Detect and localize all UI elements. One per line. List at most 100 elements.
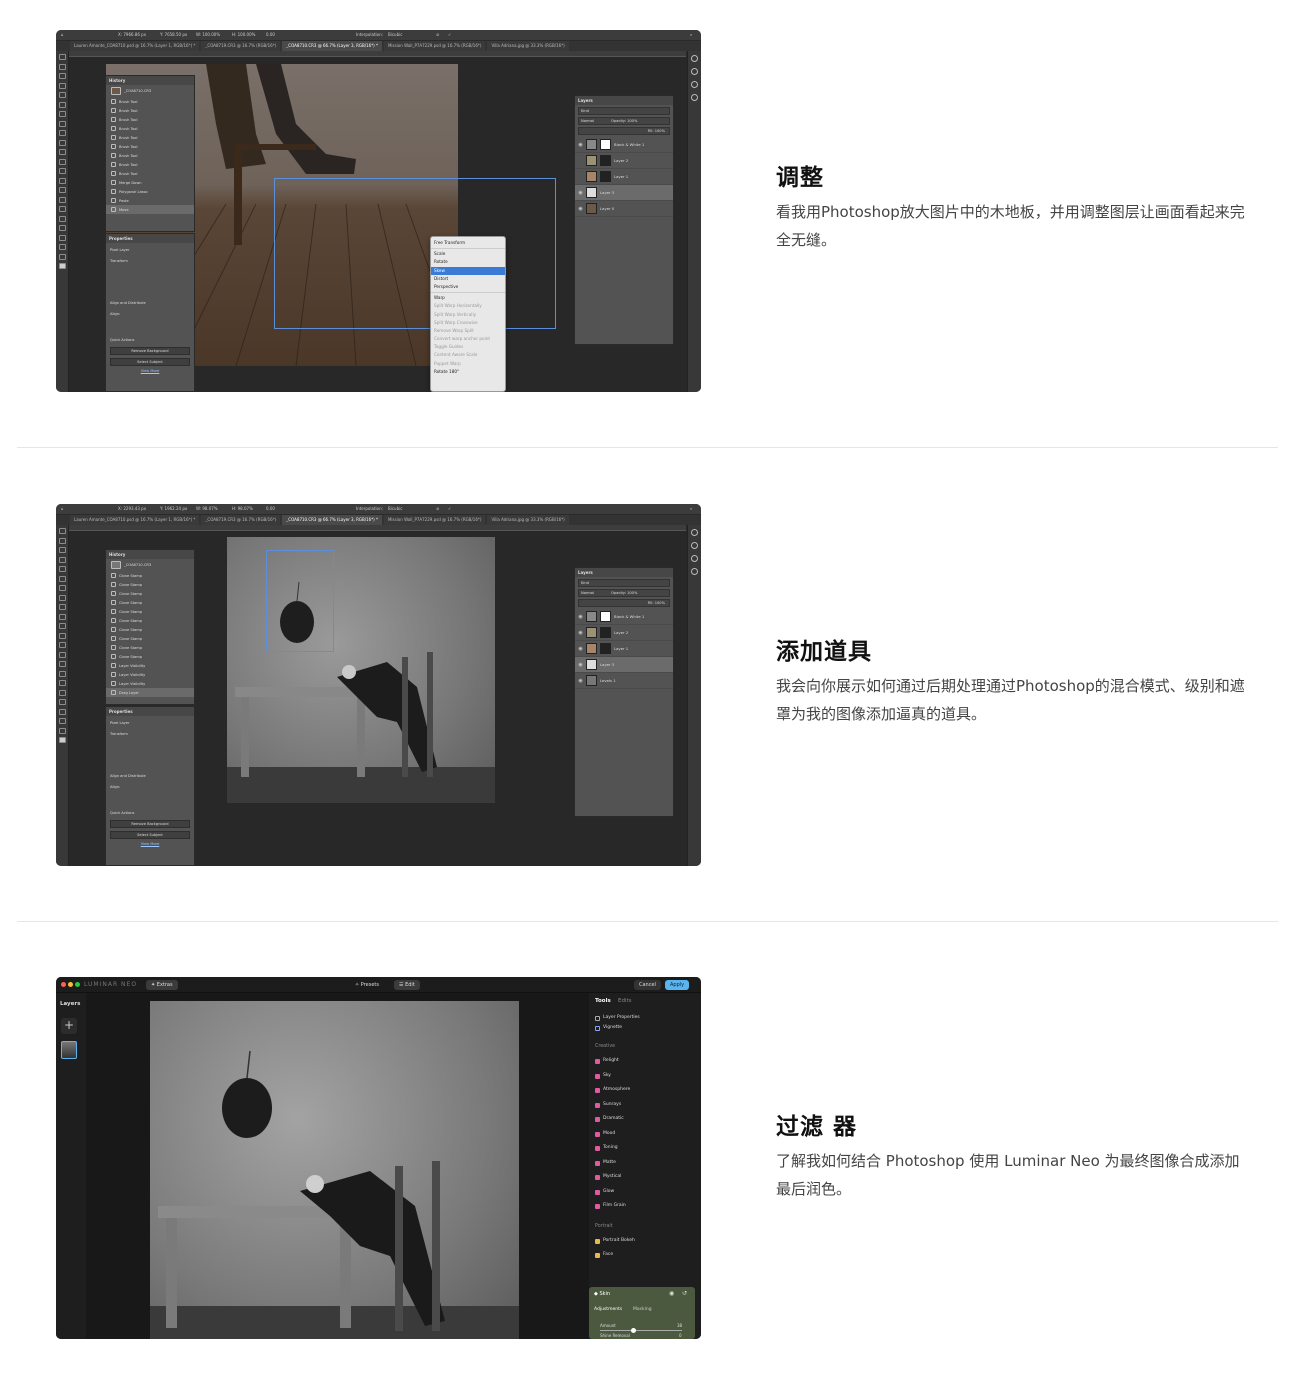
color-swatch-icon[interactable]: [58, 263, 66, 269]
history-item[interactable]: Layer Visibility: [106, 679, 194, 688]
w-field[interactable]: W: 98.07%: [196, 506, 218, 511]
layer-row[interactable]: ◉ Layer 0: [575, 201, 673, 217]
tool-glow[interactable]: Glow: [595, 1187, 614, 1197]
align-buttons[interactable]: [106, 794, 194, 806]
eye-icon[interactable]: ◉: [578, 190, 583, 196]
search-icon[interactable]: ⌕: [690, 506, 692, 511]
eye-icon[interactable]: ◉: [578, 142, 583, 148]
properties-icon[interactable]: [691, 555, 698, 562]
history-item[interactable]: Brush Tool: [106, 115, 194, 124]
tool-matte[interactable]: Matte: [595, 1158, 616, 1168]
transform-bounding-box[interactable]: [274, 178, 556, 329]
layer-row[interactable]: Layer 1: [575, 169, 673, 185]
layer-row-selected[interactable]: ◉ Layer 3: [575, 657, 673, 673]
layer-filter[interactable]: Kind: [578, 579, 670, 587]
eye-icon[interactable]: ◉: [578, 678, 583, 684]
tool-mystical[interactable]: Mystical: [595, 1172, 621, 1182]
presets-button[interactable]: ✧ Presets: [350, 980, 384, 990]
edits-tab[interactable]: Edits: [618, 998, 632, 1004]
tool-film-grain[interactable]: Film Grain: [595, 1201, 626, 1211]
remove-background-button[interactable]: Remove Background: [110, 820, 190, 828]
layer-row[interactable]: Layer 2: [575, 153, 673, 169]
history-item[interactable]: Brush Tool: [106, 97, 194, 106]
move-tool-icon[interactable]: [58, 54, 66, 60]
history-item[interactable]: Clone Stamp: [106, 643, 194, 652]
menu-perspective[interactable]: Perspective: [431, 283, 505, 291]
hand-tool-icon[interactable]: [58, 708, 66, 715]
align-label[interactable]: Align and Distribute: [110, 299, 190, 307]
fill-field[interactable]: Fill: 100%: [648, 129, 665, 133]
marquee-tool-icon[interactable]: [58, 537, 66, 544]
tool-toning[interactable]: Toning: [595, 1143, 618, 1153]
tool-layer-properties[interactable]: Layer Properties: [595, 1013, 640, 1023]
history-item[interactable]: Clone Stamp: [106, 625, 194, 634]
x-field[interactable]: X: 7966.86 px: [118, 32, 146, 37]
eraser-tool-icon[interactable]: [58, 632, 66, 639]
tab-doc-active[interactable]: _COA8710.CR3 @ 66.7% (Layer 3, RGB/16*) …: [282, 41, 382, 51]
history-item[interactable]: Brush Tool: [106, 160, 194, 169]
amount-slider[interactable]: [600, 1328, 682, 1333]
opacity-field[interactable]: Opacity: 100%: [611, 119, 637, 123]
tool-sunrays[interactable]: Sunrays: [595, 1100, 621, 1110]
tool-relight[interactable]: Relight: [595, 1056, 619, 1066]
marquee-tool-icon[interactable]: [58, 63, 66, 70]
history-item[interactable]: Brush Tool: [106, 151, 194, 160]
tab-doc[interactable]: Mission Wall_P7A7229.psd @ 16.7% (RGB/16…: [383, 41, 486, 51]
cancel-icon[interactable]: ⊘: [436, 32, 439, 37]
tool-face[interactable]: Face: [595, 1250, 613, 1260]
home-icon[interactable]: ⌂: [61, 506, 64, 511]
history-item[interactable]: Brush Tool: [106, 133, 194, 142]
blend-mode-select[interactable]: Normal Opacity: 100%: [578, 117, 670, 125]
history-item[interactable]: Polygonal Lasso: [106, 187, 194, 196]
dodge-tool-icon[interactable]: [58, 661, 66, 667]
tool-sky[interactable]: Sky: [595, 1071, 611, 1081]
history-item[interactable]: Layer Visibility: [106, 670, 194, 679]
crop-tool-icon[interactable]: [58, 92, 66, 98]
brush-tool-icon[interactable]: [58, 604, 66, 610]
character-icon[interactable]: [691, 94, 698, 101]
blur-tool-icon[interactable]: [58, 177, 66, 184]
commit-icon[interactable]: ✓: [448, 32, 451, 37]
more-tools-icon[interactable]: [58, 727, 66, 734]
opacity-field[interactable]: Opacity: 100%: [611, 591, 637, 595]
select-tool-icon[interactable]: [58, 556, 66, 563]
h-field[interactable]: H: 100.00%: [232, 32, 255, 37]
cancel-button[interactable]: Cancel: [634, 980, 661, 990]
history-item[interactable]: Clone Stamp: [106, 598, 194, 607]
layer-thumbnail[interactable]: [61, 1041, 77, 1059]
history-item[interactable]: Layer Visibility: [106, 661, 194, 670]
tools-tab[interactable]: Tools: [595, 998, 611, 1004]
history-item[interactable]: Clone Stamp: [106, 634, 194, 643]
gradient-tool-icon[interactable]: [58, 168, 66, 174]
tab-doc[interactable]: Mission Wall_P7A7229.psd @ 16.7% (RGB/16…: [383, 515, 486, 525]
shape-tool-icon[interactable]: [58, 225, 66, 231]
history-item-selected[interactable]: Move: [106, 205, 194, 214]
history-brush-icon[interactable]: [58, 149, 66, 155]
fill-control[interactable]: Fill: 100%: [578, 599, 670, 607]
extras-button[interactable]: ✦ Extras: [146, 980, 178, 990]
layer-row[interactable]: ◉ Levels 1: [575, 673, 673, 689]
commit-icon[interactable]: ✓: [448, 506, 451, 511]
quick-actions-label[interactable]: Quick Actions: [110, 809, 190, 817]
tab-doc[interactable]: Lauren Amante_COA8710.psd @ 16.7% (Layer…: [70, 41, 200, 51]
tool-portrait-bokeh[interactable]: Portrait Bokeh: [595, 1236, 635, 1246]
quick-actions-label[interactable]: Quick Actions: [110, 336, 190, 344]
eye-icon[interactable]: ◉: [578, 630, 583, 636]
color-swatch-icon[interactable]: [58, 737, 66, 743]
menu-scale[interactable]: Scale: [431, 250, 505, 258]
align-buttons[interactable]: [106, 321, 194, 333]
y-field[interactable]: Y: 7658.50 px: [160, 32, 187, 37]
history-item[interactable]: Clone Stamp: [106, 571, 194, 580]
history-item[interactable]: Clone Stamp: [106, 652, 194, 661]
properties-icon[interactable]: [691, 81, 698, 88]
layer-row[interactable]: ◉ Layer 1: [575, 641, 673, 657]
select-subject-button[interactable]: Select Subject: [110, 358, 190, 366]
stamp-tool-icon[interactable]: [58, 613, 66, 620]
history-item[interactable]: Clone Stamp: [106, 607, 194, 616]
transform-label[interactable]: Transform: [110, 257, 190, 265]
eye-icon[interactable]: ◉: [578, 662, 583, 668]
crop-tool-icon[interactable]: [58, 566, 66, 572]
luminar-canvas[interactable]: [86, 993, 589, 1339]
history-item[interactable]: Clone Stamp: [106, 589, 194, 598]
edit-button[interactable]: ☰ Edit: [394, 980, 420, 990]
